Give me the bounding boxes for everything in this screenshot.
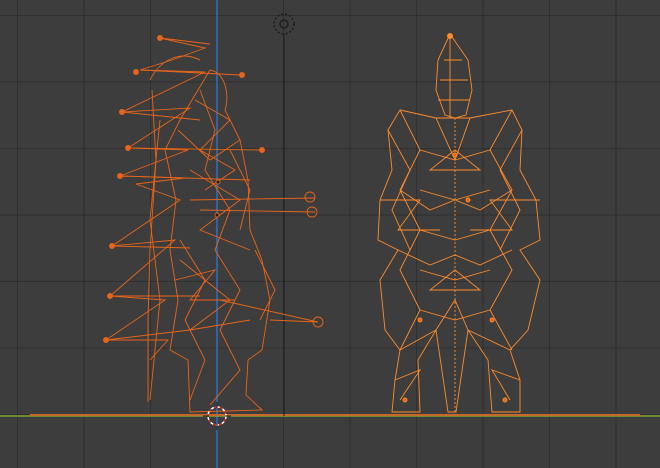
warrior-front-view-object[interactable]: [377, 33, 541, 413]
camera-object-icon[interactable]: [273, 13, 295, 35]
3d-viewport[interactable]: [0, 0, 660, 468]
warrior-side-view-object[interactable]: [103, 35, 324, 413]
viewport-scene[interactable]: [0, 0, 660, 468]
